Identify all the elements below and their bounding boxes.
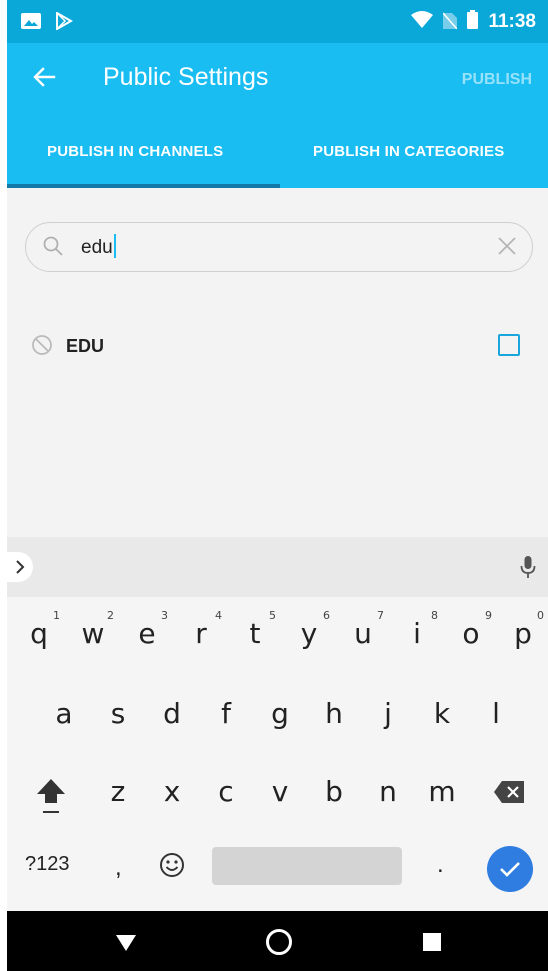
key-a[interactable]: a bbox=[44, 697, 84, 730]
wifi-icon bbox=[411, 10, 434, 34]
expand-toolbar-button[interactable] bbox=[7, 552, 33, 582]
clock: 11:38 bbox=[488, 11, 536, 32]
backspace-icon bbox=[494, 781, 524, 803]
home-circle-icon[interactable] bbox=[265, 928, 293, 956]
period-key[interactable]: . bbox=[437, 851, 444, 879]
screen: 11:38 Public Settings PUBLISH PUBLISH IN… bbox=[7, 0, 548, 971]
key-j[interactable]: j bbox=[368, 697, 408, 730]
channel-name: EDU bbox=[66, 336, 105, 356]
chevron-right-icon bbox=[16, 560, 25, 574]
back-button[interactable] bbox=[29, 62, 59, 92]
key-n[interactable]: n bbox=[368, 775, 408, 808]
key-m[interactable]: m bbox=[422, 775, 462, 808]
shift-key[interactable] bbox=[35, 777, 67, 822]
arrow-left-icon bbox=[33, 67, 56, 87]
tab-indicator bbox=[7, 184, 280, 188]
channel-checkbox[interactable] bbox=[498, 334, 520, 356]
key-c[interactable]: c bbox=[206, 775, 246, 808]
key-hint: 6 bbox=[323, 609, 330, 622]
recents-square-icon[interactable] bbox=[423, 933, 441, 951]
key-hint: 3 bbox=[161, 609, 168, 622]
system-navigation-bar bbox=[7, 911, 548, 971]
shift-icon bbox=[37, 779, 65, 813]
backspace-key[interactable] bbox=[493, 780, 525, 809]
key-d[interactable]: d bbox=[152, 697, 192, 730]
app-bar: Public Settings PUBLISH PUBLISH IN CHANN… bbox=[7, 43, 548, 188]
key-hint: 1 bbox=[53, 609, 60, 622]
key-hint: 7 bbox=[377, 609, 384, 622]
key-hint: 5 bbox=[269, 609, 276, 622]
microphone-icon[interactable] bbox=[520, 555, 536, 579]
blocked-icon bbox=[32, 335, 52, 355]
search-field[interactable]: edu bbox=[25, 222, 533, 272]
symbols-key[interactable]: ?123 bbox=[25, 853, 70, 876]
tab-publish-in-channels[interactable]: PUBLISH IN CHANNELS bbox=[47, 143, 223, 160]
key-hint: 9 bbox=[485, 609, 492, 622]
key-g[interactable]: g bbox=[260, 697, 300, 730]
emoji-key[interactable] bbox=[159, 852, 185, 883]
battery-icon bbox=[467, 10, 479, 34]
comma-key[interactable]: , bbox=[115, 854, 122, 882]
tab-publish-in-categories[interactable]: PUBLISH IN CATEGORIES bbox=[313, 143, 504, 160]
key-v[interactable]: v bbox=[260, 775, 300, 808]
image-icon bbox=[21, 13, 41, 34]
key-b[interactable]: b bbox=[314, 775, 354, 808]
key-l[interactable]: l bbox=[476, 697, 516, 730]
done-key[interactable] bbox=[487, 846, 533, 892]
clear-search-icon[interactable] bbox=[496, 235, 518, 257]
smiley-icon bbox=[160, 853, 184, 877]
status-bar: 11:38 bbox=[7, 0, 548, 43]
key-hint: 4 bbox=[215, 609, 222, 622]
keyboard-suggestion-strip bbox=[7, 537, 548, 597]
keyboard: q 1 w 2 e 3 r 4 t 5 y 6 u 7 i 8 o 9 p 0 … bbox=[7, 597, 548, 911]
key-s[interactable]: s bbox=[98, 697, 138, 730]
key-f[interactable]: f bbox=[206, 697, 246, 730]
key-z[interactable]: z bbox=[98, 775, 138, 808]
key-x[interactable]: x bbox=[152, 775, 192, 808]
no-sim-icon bbox=[442, 11, 459, 34]
search-icon bbox=[43, 236, 63, 256]
key-hint: 2 bbox=[107, 609, 114, 622]
space-key[interactable] bbox=[212, 847, 402, 885]
text-cursor bbox=[113, 234, 116, 258]
key-k[interactable]: k bbox=[422, 697, 462, 730]
key-hint: 0 bbox=[537, 609, 544, 622]
back-triangle-icon[interactable] bbox=[115, 934, 137, 952]
key-h[interactable]: h bbox=[314, 697, 354, 730]
play-store-icon bbox=[55, 11, 74, 35]
page-title: Public Settings bbox=[103, 63, 269, 91]
search-input[interactable]: edu bbox=[81, 234, 116, 260]
checkmark-icon bbox=[500, 862, 520, 877]
key-hint: 8 bbox=[431, 609, 438, 622]
publish-button[interactable]: PUBLISH bbox=[462, 71, 532, 89]
list-item[interactable]: EDU bbox=[7, 320, 548, 372]
